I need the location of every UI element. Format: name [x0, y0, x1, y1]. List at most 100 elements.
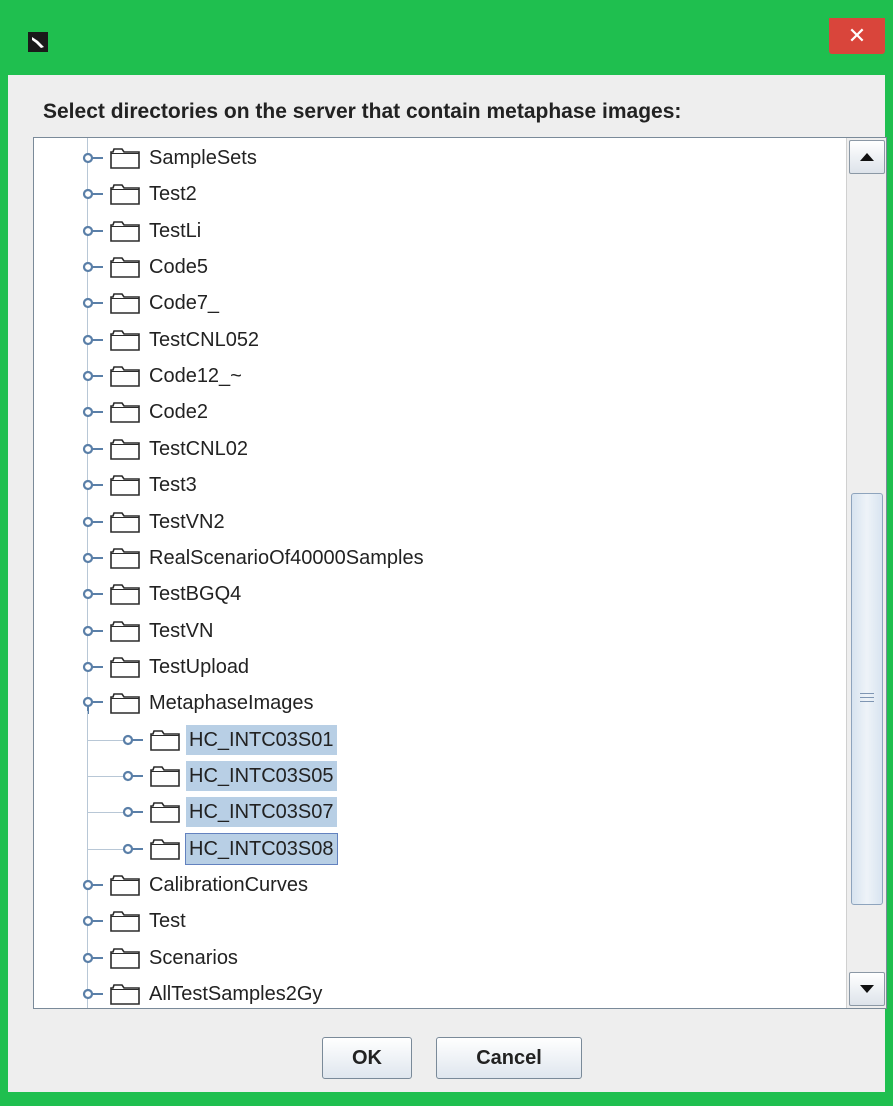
tree-node-label[interactable]: HC_INTC03S08 — [185, 832, 338, 865]
folder-icon — [110, 656, 140, 678]
ok-button[interactable]: OK — [322, 1037, 412, 1079]
tree-node-label[interactable]: HC_INTC03S07 — [186, 797, 337, 828]
tree-node[interactable]: Code2 — [82, 394, 211, 430]
collapsed-handle-icon[interactable] — [82, 405, 104, 419]
tree-node-label[interactable]: TestUpload — [146, 652, 252, 682]
collapsed-handle-icon[interactable] — [122, 805, 144, 819]
tree-node[interactable]: Test2 — [82, 176, 200, 212]
collapsed-handle-icon[interactable] — [82, 914, 104, 928]
tree-node-label[interactable]: Test2 — [146, 179, 200, 209]
tree-node[interactable]: TestVN — [82, 613, 216, 649]
tree-node[interactable]: TestCNL02 — [82, 431, 251, 467]
folder-icon — [110, 947, 140, 969]
tree-node-label[interactable]: HC_INTC03S01 — [186, 724, 337, 755]
folder-icon — [110, 438, 140, 460]
folder-icon — [110, 292, 140, 315]
tree-node[interactable]: TestUpload — [82, 649, 252, 685]
tree-node-label[interactable]: AllTestSamples2Gy — [146, 979, 325, 1008]
tree-node-label[interactable]: MetaphaseImages — [146, 688, 317, 718]
app-icon — [28, 32, 48, 52]
collapsed-handle-icon[interactable] — [82, 187, 104, 201]
tree-node-child[interactable]: HC_INTC03S07 — [122, 794, 337, 830]
vertical-scrollbar[interactable] — [846, 138, 886, 1008]
tree-node[interactable]: RealScenarioOf40000Samples — [82, 540, 427, 576]
tree-node[interactable]: Code7_ — [82, 285, 222, 321]
tree-node[interactable]: TestCNL052 — [82, 322, 262, 358]
collapsed-handle-icon[interactable] — [122, 769, 144, 783]
tree-node-label[interactable]: SampleSets — [146, 143, 260, 173]
tree-node[interactable]: AllTestSamples2Gy — [82, 976, 325, 1008]
tree-node-label[interactable]: TestCNL02 — [146, 434, 251, 464]
tree-node-label[interactable]: Code12_~ — [146, 361, 245, 391]
collapsed-handle-icon[interactable] — [82, 878, 104, 892]
collapsed-handle-icon[interactable] — [122, 733, 144, 747]
collapsed-handle-icon[interactable] — [82, 987, 104, 1001]
title-bar[interactable]: ✕ — [0, 0, 893, 75]
tree-node[interactable]: SampleSets — [82, 140, 260, 176]
tree-node-label[interactable]: RealScenarioOf40000Samples — [146, 543, 427, 573]
tree-node-label[interactable]: CalibrationCurves — [146, 870, 311, 900]
close-button[interactable]: ✕ — [829, 18, 885, 54]
collapsed-handle-icon[interactable] — [82, 624, 104, 638]
tree-node[interactable]: Scenarios — [82, 940, 241, 976]
scroll-up-button[interactable] — [849, 140, 885, 174]
tree-guide-line — [87, 775, 127, 777]
scroll-down-button[interactable] — [849, 972, 885, 1006]
tree-node[interactable]: TestBGQ4 — [82, 576, 244, 612]
prompt-label: Select directories on the server that co… — [43, 100, 682, 123]
folder-icon — [150, 838, 180, 860]
tree-node[interactable]: Test — [82, 903, 189, 939]
tree-node-child[interactable]: HC_INTC03S01 — [122, 722, 337, 758]
cancel-button[interactable]: Cancel — [436, 1037, 582, 1079]
collapsed-handle-icon[interactable] — [82, 587, 104, 601]
collapsed-handle-icon[interactable] — [82, 442, 104, 456]
tree-node-label[interactable]: Test3 — [146, 470, 200, 500]
folder-icon — [110, 874, 140, 896]
tree-node-label[interactable]: TestBGQ4 — [146, 579, 244, 609]
collapsed-handle-icon[interactable] — [82, 951, 104, 965]
tree-node-child[interactable]: HC_INTC03S08 — [122, 831, 338, 867]
collapsed-handle-icon[interactable] — [82, 369, 104, 383]
tree-node-label[interactable]: HC_INTC03S05 — [186, 760, 337, 791]
expanded-handle-icon[interactable] — [82, 696, 104, 715]
collapsed-handle-icon[interactable] — [82, 296, 104, 310]
collapsed-handle-icon[interactable] — [82, 224, 104, 238]
tree-node-label[interactable]: TestVN — [146, 616, 216, 646]
tree-node-label[interactable]: TestVN2 — [146, 507, 228, 537]
tree-node-label[interactable]: Code5 — [146, 252, 211, 282]
tree-guide-line — [87, 848, 127, 850]
collapsed-handle-icon[interactable] — [122, 842, 144, 856]
tree-node-label[interactable]: TestLi — [146, 216, 204, 246]
collapsed-handle-icon[interactable] — [82, 478, 104, 492]
collapsed-handle-icon[interactable] — [82, 551, 104, 565]
tree-node-label[interactable]: Test — [146, 906, 189, 936]
tree-node[interactable]: Code12_~ — [82, 358, 245, 394]
folder-icon — [150, 729, 180, 751]
folder-icon — [110, 401, 140, 424]
collapsed-handle-icon[interactable] — [82, 260, 104, 274]
collapsed-handle-icon[interactable] — [82, 151, 104, 165]
dialog-content: Select directories on the server that co… — [8, 75, 887, 1092]
collapsed-handle-icon[interactable] — [82, 333, 104, 347]
folder-icon — [110, 910, 140, 933]
folder-icon — [110, 583, 140, 605]
tree-node-label[interactable]: Code7_ — [146, 288, 222, 318]
collapsed-handle-icon[interactable] — [82, 515, 104, 529]
collapsed-handle-icon[interactable] — [82, 660, 104, 674]
tree-node-expanded[interactable]: MetaphaseImages — [82, 685, 317, 721]
tree-guide-line — [87, 739, 127, 741]
tree-node[interactable]: Test3 — [82, 467, 200, 503]
tree-node-label[interactable]: Scenarios — [146, 943, 241, 973]
tree-node[interactable]: TestVN2 — [82, 504, 228, 540]
ok-button-label: OK — [352, 1046, 382, 1069]
tree-node[interactable]: TestLi — [82, 213, 204, 249]
scroll-thumb[interactable] — [851, 493, 883, 905]
tree-node[interactable]: Code5 — [82, 249, 211, 285]
tree-node[interactable]: CalibrationCurves — [82, 867, 311, 903]
folder-icon — [150, 801, 180, 824]
directory-tree[interactable]: SampleSets Test2 TestLi Code5 Code7_ TestCNL0… — [34, 138, 846, 1008]
tree-node-label[interactable]: Code2 — [146, 397, 211, 427]
tree-node-label[interactable]: TestCNL052 — [146, 325, 262, 355]
tree-node-child[interactable]: HC_INTC03S05 — [122, 758, 337, 794]
folder-icon — [110, 983, 140, 1005]
